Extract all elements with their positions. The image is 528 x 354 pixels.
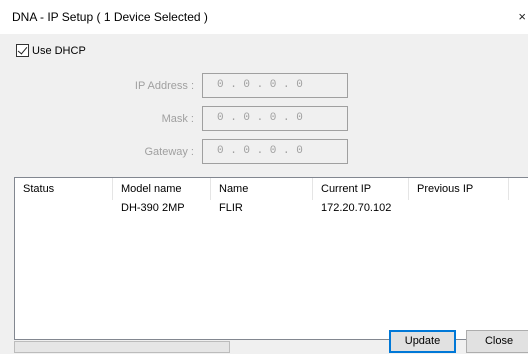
column-header-previous-ip[interactable]: Previous IP: [409, 178, 509, 200]
gateway-field: 0 . 0 . 0 . 0: [202, 139, 348, 164]
cell-previous-ip: [409, 200, 509, 216]
mask-field: 0 . 0 . 0 . 0: [202, 106, 348, 131]
mask-label: Mask :: [161, 113, 194, 125]
cell-model-name: DH-390 2MP: [121, 202, 185, 214]
title-bar: DNA - IP Setup ( 1 Device Selected ) ×: [0, 0, 528, 34]
device-list[interactable]: Status Model name Name Current IP Previo…: [14, 177, 528, 340]
column-header-current-ip[interactable]: Current IP: [313, 178, 409, 200]
close-button[interactable]: Close: [466, 330, 528, 353]
close-icon[interactable]: ×: [518, 9, 526, 24]
use-dhcp-label: Use DHCP: [32, 44, 86, 57]
gateway-label: Gateway :: [144, 146, 194, 158]
progress-bar: [14, 341, 230, 353]
update-button[interactable]: Update: [389, 330, 456, 353]
checkbox-checked-icon[interactable]: [16, 44, 29, 57]
column-header-status[interactable]: Status: [15, 178, 113, 200]
cell-current-ip: 172.20.70.102: [321, 202, 392, 214]
window-title: DNA - IP Setup ( 1 Device Selected ): [12, 10, 208, 24]
ip-address-label: IP Address :: [134, 80, 194, 92]
table-row[interactable]: DH-390 2MP FLIR 172.20.70.102: [15, 200, 528, 216]
use-dhcp-checkbox[interactable]: Use DHCP: [16, 44, 86, 57]
ip-address-field: 0 . 0 . 0 . 0: [202, 73, 348, 98]
column-header-name[interactable]: Name: [211, 178, 313, 200]
column-header-model-name[interactable]: Model name: [113, 178, 211, 200]
cell-status: [15, 200, 113, 216]
list-header: Status Model name Name Current IP Previo…: [15, 178, 528, 200]
dialog-body: Use DHCP IP Address : 0 . 0 . 0 . 0 Mask…: [0, 34, 528, 354]
cell-name: FLIR: [219, 202, 243, 214]
